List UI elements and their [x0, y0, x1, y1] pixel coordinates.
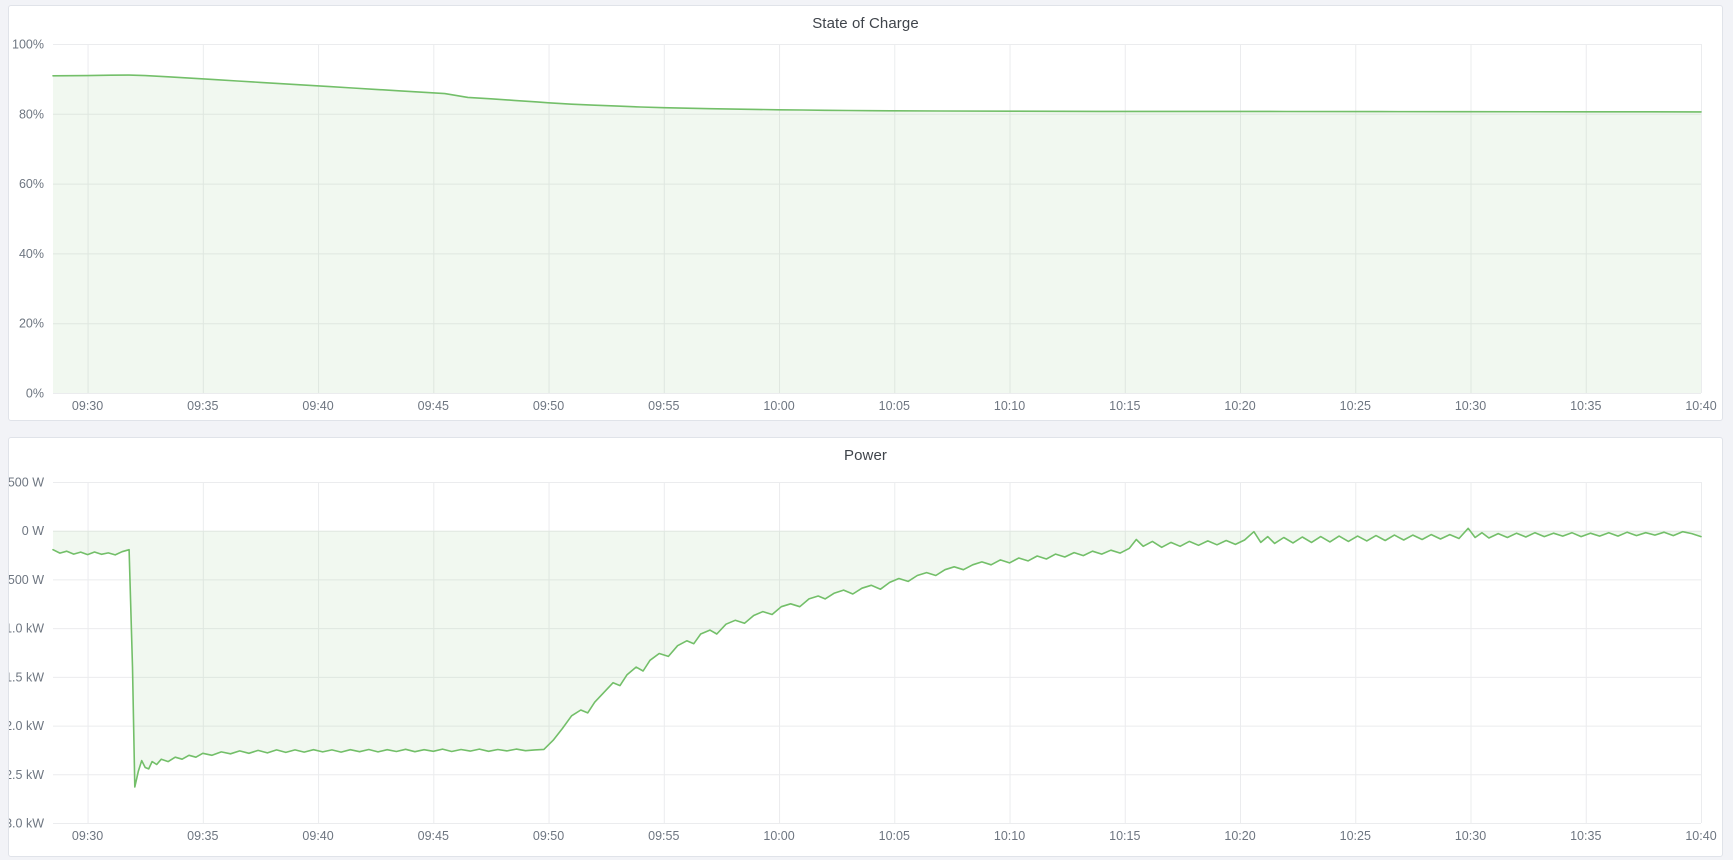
x-tick-label: 10:15: [1109, 399, 1140, 413]
y-tick-label: 100%: [12, 38, 44, 52]
x-tick-label: 10:20: [1224, 829, 1255, 843]
panel-state-of-charge: 0%20%40%60%80%100%09:3009:3509:4009:4509…: [8, 5, 1723, 421]
x-tick-label: 10:35: [1570, 829, 1601, 843]
series-area-fill: [53, 75, 1701, 393]
x-tick-label: 10:40: [1685, 399, 1716, 413]
y-tick-label: -1.5 kW: [9, 670, 44, 684]
x-tick-label: 10:35: [1570, 399, 1601, 413]
x-tick-label: 09:50: [533, 399, 564, 413]
y-axis-labels: 0% 20% 40% 60% 80% 100%: [12, 38, 44, 401]
y-tick-label: 40%: [19, 247, 44, 261]
x-tick-label: 10:05: [879, 829, 910, 843]
y-axis-labels: 500 W 0 W -500 W -1.0 kW -1.5 kW -2.0 kW -2.5 …: [9, 476, 44, 831]
x-tick-label: 10:10: [994, 829, 1025, 843]
x-tick-label: 09:45: [418, 829, 449, 843]
x-axis-labels: 09:30 09:35 09:40 09:45 09:50 09:55 10:00 10:05…: [72, 829, 1717, 843]
x-tick-label: 10:25: [1340, 399, 1371, 413]
x-tick-label: 09:55: [648, 399, 679, 413]
y-tick-label: 60%: [19, 177, 44, 191]
x-tick-label: 09:30: [72, 399, 103, 413]
x-tick-label: 09:30: [72, 829, 103, 843]
y-tick-label: 20%: [19, 317, 44, 331]
soc-chart-canvas[interactable]: 0%20%40%60%80%100%09:3009:3509:4009:4509…: [9, 6, 1722, 420]
x-tick-label: 10:30: [1455, 829, 1486, 843]
grafana-dashboard: { "page": { "background": "#f2f3f7", "pa…: [0, 0, 1733, 860]
panel-title-state-of-charge[interactable]: State of Charge: [9, 15, 1722, 32]
x-tick-label: 09:40: [302, 829, 333, 843]
x-tick-label: 10:20: [1224, 399, 1255, 413]
y-tick-label: -2.5 kW: [9, 768, 44, 782]
x-tick-label: 09:45: [418, 399, 449, 413]
x-tick-label: 10:10: [994, 399, 1025, 413]
y-tick-label: -2.0 kW: [9, 719, 44, 733]
x-tick-label: 10:05: [879, 399, 910, 413]
y-tick-label: -500 W: [9, 573, 44, 587]
x-tick-label: 10:25: [1340, 829, 1371, 843]
x-tick-label: 09:50: [533, 829, 564, 843]
y-tick-label: 0 W: [22, 524, 44, 538]
x-tick-label: 10:15: [1109, 829, 1140, 843]
x-tick-label: 10:00: [763, 399, 794, 413]
x-tick-label: 10:30: [1455, 399, 1486, 413]
x-tick-label: 10:40: [1685, 829, 1716, 843]
y-tick-label: 500 W: [9, 476, 44, 490]
y-tick-label: -1.0 kW: [9, 622, 44, 636]
x-tick-label: 09:40: [302, 399, 333, 413]
x-tick-label: 09:55: [648, 829, 679, 843]
y-tick-label: 0%: [26, 387, 44, 401]
x-tick-label: 09:35: [187, 829, 218, 843]
panel-power: 500 W 0 W -500 W -1.0 kW -1.5 kW -2.0 kW -2.5 …: [8, 437, 1723, 857]
y-tick-label: -3.0 kW: [9, 817, 44, 831]
series-area-fill: [53, 528, 1701, 787]
y-tick-label: 80%: [19, 107, 44, 121]
power-chart-canvas[interactable]: 500 W 0 W -500 W -1.0 kW -1.5 kW -2.0 kW -2.5 …: [9, 438, 1722, 856]
x-tick-label: 09:35: [187, 399, 218, 413]
x-tick-label: 10:00: [763, 829, 794, 843]
x-axis-labels: 09:30 09:35 09:40 09:45 09:50 09:55 10:00 10:05…: [72, 399, 1717, 413]
panel-title-power[interactable]: Power: [9, 447, 1722, 464]
